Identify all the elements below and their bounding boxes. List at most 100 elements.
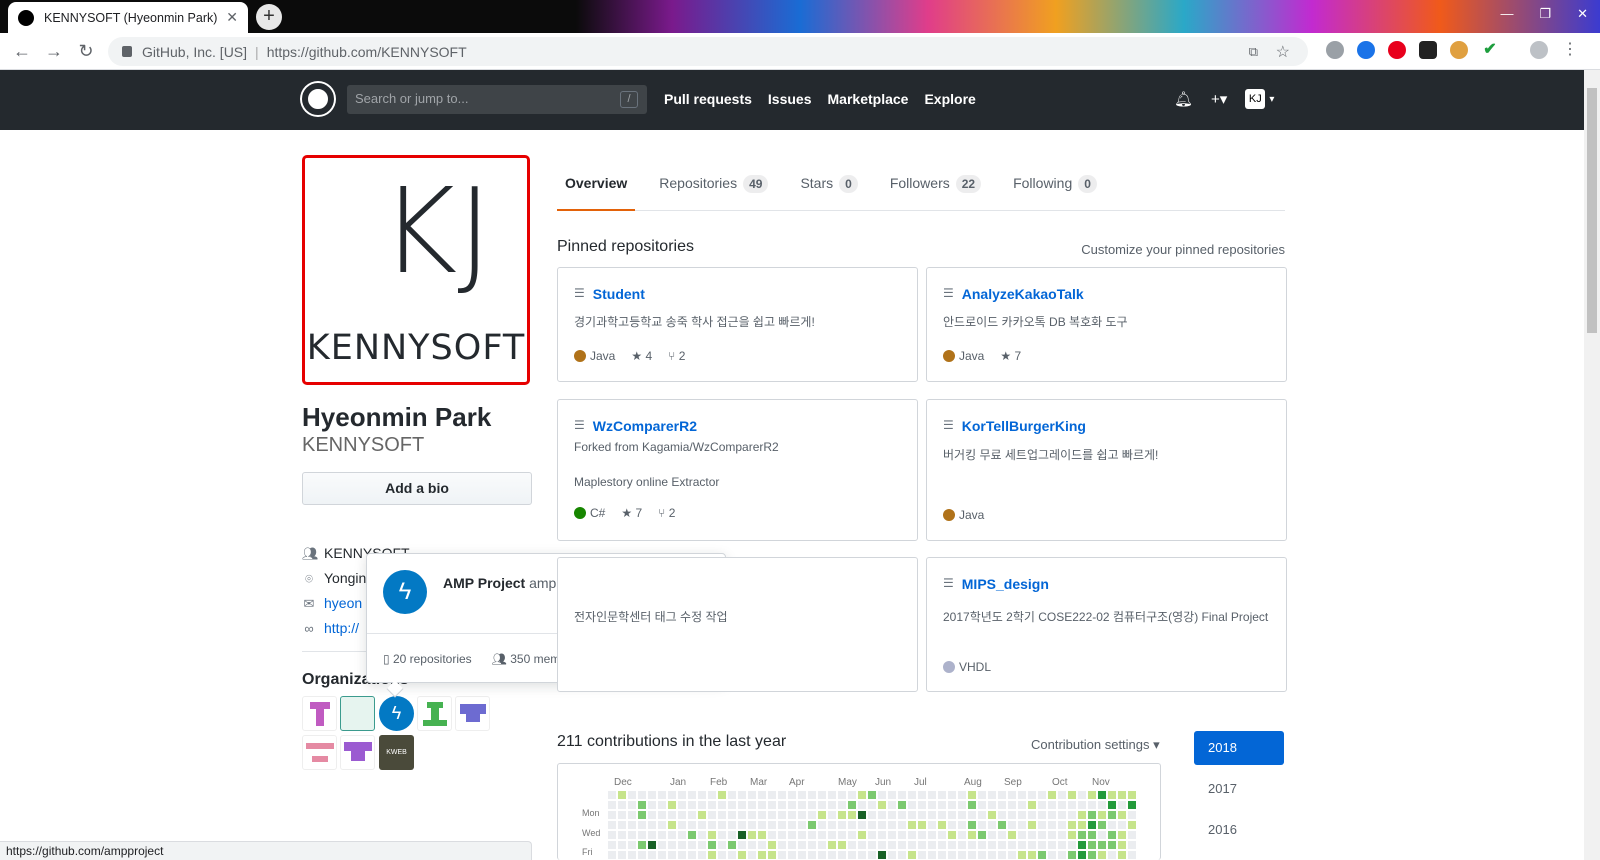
contribution-day[interactable]: [728, 841, 736, 849]
contribution-day[interactable]: [748, 801, 756, 809]
user-avatar-menu[interactable]: KJ: [1245, 89, 1266, 109]
contribution-day[interactable]: [868, 791, 876, 799]
contribution-day[interactable]: [1058, 821, 1066, 829]
contribution-day[interactable]: [1058, 811, 1066, 819]
contribution-day[interactable]: [1018, 821, 1026, 829]
kweb-org-avatar[interactable]: KWEB: [379, 735, 414, 770]
contribution-day[interactable]: [628, 841, 636, 849]
contribution-day[interactable]: [778, 821, 786, 829]
contribution-day[interactable]: [918, 831, 926, 839]
extension-icon[interactable]: [1419, 41, 1437, 59]
url-text[interactable]: https://github.com/KENNYSOFT: [267, 44, 467, 60]
contribution-day[interactable]: [778, 791, 786, 799]
contribution-day[interactable]: [1008, 791, 1016, 799]
contribution-day[interactable]: [1098, 841, 1106, 849]
contribution-day[interactable]: [1068, 801, 1076, 809]
contribution-day[interactable]: [1068, 851, 1076, 859]
back-arrow-icon[interactable]: ←: [6, 41, 38, 62]
contribution-day[interactable]: [1108, 791, 1116, 799]
customize-pins-link[interactable]: Customize your pinned repositories: [1081, 242, 1285, 257]
contribution-day[interactable]: [1038, 841, 1046, 849]
restore-button[interactable]: ❐: [1539, 6, 1551, 22]
contribution-day[interactable]: [1048, 841, 1056, 849]
contribution-day[interactable]: [718, 831, 726, 839]
contribution-day[interactable]: [768, 841, 776, 849]
contribution-day[interactable]: [1128, 821, 1136, 829]
contribution-day[interactable]: [828, 821, 836, 829]
contribution-day[interactable]: [638, 851, 646, 859]
contribution-day[interactable]: [838, 801, 846, 809]
contribution-day[interactable]: [948, 821, 956, 829]
contribution-day[interactable]: [908, 851, 916, 859]
contribution-day[interactable]: [1018, 801, 1026, 809]
contribution-day[interactable]: [1028, 841, 1036, 849]
profile-icon[interactable]: [1530, 41, 1548, 59]
contribution-day[interactable]: [858, 851, 866, 859]
contribution-day[interactable]: [868, 801, 876, 809]
contribution-day[interactable]: [628, 831, 636, 839]
contribution-day[interactable]: [688, 791, 696, 799]
contribution-day[interactable]: [718, 801, 726, 809]
contribution-day[interactable]: [1098, 821, 1106, 829]
contribution-day[interactable]: [998, 841, 1006, 849]
contribution-day[interactable]: [1098, 811, 1106, 819]
github-logo-icon[interactable]: [302, 83, 334, 115]
contribution-day[interactable]: [628, 821, 636, 829]
contribution-day[interactable]: [808, 821, 816, 829]
contribution-day[interactable]: [978, 851, 986, 859]
contribution-day[interactable]: [798, 841, 806, 849]
tab-stars[interactable]: Stars 0: [792, 165, 865, 211]
contribution-day[interactable]: [618, 791, 626, 799]
contribution-day[interactable]: [638, 831, 646, 839]
contribution-day[interactable]: [1008, 841, 1016, 849]
contribution-day[interactable]: [1078, 801, 1086, 809]
new-tab-button[interactable]: +: [256, 4, 282, 30]
contribution-day[interactable]: [878, 821, 886, 829]
contribution-day[interactable]: [948, 851, 956, 859]
org-avatar[interactable]: [340, 696, 375, 731]
contribution-day[interactable]: [798, 821, 806, 829]
org-avatar[interactable]: [417, 696, 452, 731]
contribution-day[interactable]: [898, 851, 906, 859]
contribution-day[interactable]: [788, 841, 796, 849]
contribution-day[interactable]: [798, 811, 806, 819]
contribution-day[interactable]: [868, 821, 876, 829]
repo-stars[interactable]: ★ 7: [621, 506, 642, 520]
contribution-day[interactable]: [718, 791, 726, 799]
reload-icon[interactable]: ↻: [70, 41, 102, 62]
contribution-day[interactable]: [928, 841, 936, 849]
contribution-day[interactable]: [688, 841, 696, 849]
contribution-day[interactable]: [868, 831, 876, 839]
nav-explore[interactable]: Explore: [924, 91, 975, 107]
contribution-day[interactable]: [708, 851, 716, 859]
contribution-day[interactable]: [1088, 791, 1096, 799]
contribution-day[interactable]: [858, 821, 866, 829]
contribution-day[interactable]: [1068, 811, 1076, 819]
contribution-day[interactable]: [658, 821, 666, 829]
contribution-day[interactable]: [758, 841, 766, 849]
contribution-day[interactable]: [818, 801, 826, 809]
contribution-day[interactable]: [1098, 831, 1106, 839]
contribution-day[interactable]: [668, 811, 676, 819]
contribution-day[interactable]: [908, 831, 916, 839]
contribution-day[interactable]: [828, 831, 836, 839]
contribution-day[interactable]: [838, 821, 846, 829]
contribution-day[interactable]: [958, 841, 966, 849]
nav-issues[interactable]: Issues: [768, 91, 812, 107]
contribution-day[interactable]: [728, 791, 736, 799]
contribution-day[interactable]: [978, 791, 986, 799]
contribution-day[interactable]: [608, 801, 616, 809]
contribution-day[interactable]: [858, 841, 866, 849]
contribution-day[interactable]: [688, 801, 696, 809]
contribution-day[interactable]: [848, 811, 856, 819]
contribution-day[interactable]: [678, 801, 686, 809]
profile-website[interactable]: http://: [324, 616, 359, 641]
contribution-day[interactable]: [938, 801, 946, 809]
add-bio-button[interactable]: Add a bio: [302, 472, 532, 505]
contribution-day[interactable]: [1098, 791, 1106, 799]
repo-fork-source[interactable]: Forked from Kagamia/WzComparerR2: [574, 440, 779, 454]
contribution-day[interactable]: [818, 831, 826, 839]
contribution-day[interactable]: [658, 851, 666, 859]
contribution-day[interactable]: [898, 801, 906, 809]
contribution-day[interactable]: [1008, 811, 1016, 819]
